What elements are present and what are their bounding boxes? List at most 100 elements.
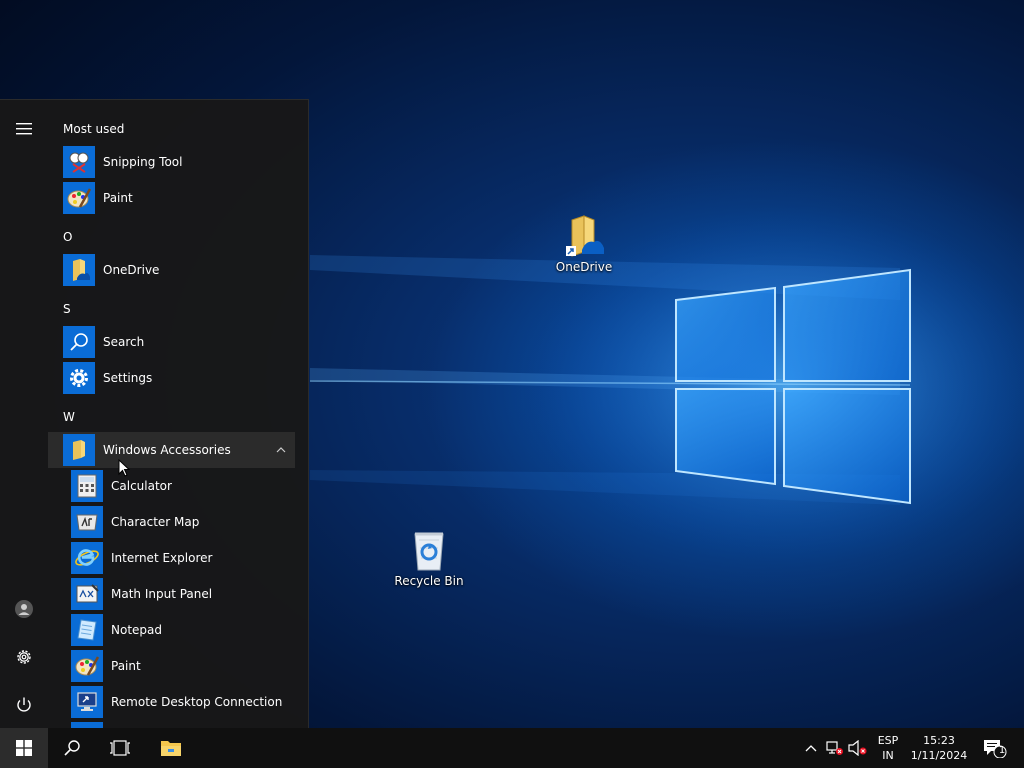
- snipping-tool-tile: [63, 146, 95, 178]
- chevron-up-icon: [805, 745, 817, 752]
- folder-icon: [73, 440, 85, 460]
- app-label: Settings: [103, 371, 153, 385]
- app-onedrive[interactable]: OneDrive: [48, 252, 295, 288]
- start-menu-rail: [0, 100, 48, 728]
- clock-date: 1/11/2024: [910, 749, 968, 762]
- group-header-w[interactable]: W: [63, 407, 75, 427]
- app-internet-explorer[interactable]: Internet Explorer: [48, 540, 295, 576]
- app-paint-accessories[interactable]: Paint: [48, 648, 295, 684]
- language-code: ESP: [877, 734, 899, 747]
- internet-explorer-tile: [71, 542, 103, 574]
- group-header-o[interactable]: O: [63, 227, 72, 247]
- app-notepad[interactable]: Notepad: [48, 612, 295, 648]
- clock[interactable]: 15:23 1/11/2024: [906, 733, 972, 763]
- internet-explorer-icon: [75, 549, 99, 566]
- action-center-button[interactable]: 1: [982, 738, 1008, 758]
- keyboard-layout-code: IN: [882, 749, 894, 762]
- paint-tile: [71, 650, 103, 682]
- folder-windows-accessories[interactable]: Windows Accessories: [48, 432, 295, 468]
- volume-button[interactable]: [848, 738, 868, 758]
- input-language-indicator[interactable]: ESP IN: [874, 733, 902, 763]
- network-status-button[interactable]: [825, 738, 845, 758]
- app-label: Math Input Panel: [111, 587, 213, 601]
- user-account-button[interactable]: [0, 585, 48, 633]
- app-list[interactable]: Most used Snipping Tool Paint O OneDrive…: [48, 100, 308, 728]
- app-label: Calculator: [111, 479, 172, 493]
- chevron-up-icon: [276, 447, 286, 453]
- start-menu: Most used Snipping Tool Paint O OneDrive…: [0, 99, 309, 728]
- taskbar-search-button[interactable]: [48, 728, 96, 768]
- app-label: Notepad: [111, 623, 162, 637]
- onedrive-tile: [63, 254, 95, 286]
- calculator-icon: [77, 474, 97, 498]
- app-label: Internet Explorer: [111, 551, 213, 565]
- app-character-map[interactable]: Character Map: [48, 504, 295, 540]
- app-label: OneDrive: [103, 263, 160, 277]
- snipping-tool-icon: [69, 152, 89, 173]
- recycle-bin-icon: [414, 532, 444, 571]
- app-label: Snipping Tool: [103, 155, 183, 169]
- app-next-partial[interactable]: [48, 720, 295, 728]
- task-view-button[interactable]: [96, 728, 144, 768]
- taskbar: ESP IN 15:23 1/11/2024 1: [0, 728, 1024, 768]
- notification-count-badge: 1: [998, 745, 1006, 756]
- user-icon: [15, 600, 33, 618]
- math-input-panel-icon: [76, 584, 99, 603]
- app-calculator[interactable]: Calculator: [48, 468, 295, 504]
- collapse-chevron[interactable]: [273, 442, 289, 458]
- app-label: Paint: [111, 659, 141, 673]
- app-snipping-tool[interactable]: Snipping Tool: [48, 144, 295, 180]
- app-label: Search: [103, 335, 145, 349]
- desktop-icon-label: Recycle Bin: [394, 574, 464, 588]
- network-disconnected-icon: [826, 741, 843, 755]
- show-hidden-icons-button[interactable]: [801, 738, 821, 758]
- hamburger-icon: [16, 123, 32, 135]
- volume-muted-icon: [848, 740, 867, 756]
- search-tile: [63, 326, 95, 358]
- windows-logo-icon: [16, 740, 32, 756]
- settings-tile: [63, 362, 95, 394]
- paint-palette-icon: [67, 188, 92, 208]
- notepad-tile: [71, 614, 103, 646]
- expand-menu-button[interactable]: [0, 105, 48, 153]
- remote-desktop-icon: [77, 692, 97, 711]
- math-input-panel-tile: [71, 578, 103, 610]
- task-view-icon: [110, 740, 130, 756]
- clock-time: 15:23: [923, 734, 955, 747]
- group-header-s[interactable]: S: [63, 299, 71, 319]
- character-map-icon: [76, 514, 98, 531]
- paint-palette-icon: [75, 656, 100, 676]
- app-search[interactable]: Search: [48, 324, 295, 360]
- app-label: Paint: [103, 191, 133, 205]
- search-icon: [70, 333, 88, 351]
- app-math-input-panel[interactable]: Math Input Panel: [48, 576, 295, 612]
- group-header-most-used: Most used: [63, 122, 125, 136]
- character-map-tile: [71, 506, 103, 538]
- app-remote-desktop-connection[interactable]: Remote Desktop Connection: [48, 684, 295, 720]
- power-button[interactable]: [0, 681, 48, 728]
- start-button[interactable]: [0, 728, 48, 768]
- windows-accessories-tile: [63, 434, 95, 466]
- app-label: Remote Desktop Connection: [111, 695, 283, 709]
- desktop-recycle-bin[interactable]: Recycle Bin: [391, 528, 467, 588]
- calculator-tile: [71, 470, 103, 502]
- mouse-cursor: [118, 459, 130, 477]
- gear-icon: [70, 369, 88, 387]
- desktop-icon-label: OneDrive: [555, 260, 613, 274]
- paint-tile: [63, 182, 95, 214]
- file-explorer-icon: [161, 741, 181, 756]
- settings-rail-button[interactable]: [0, 633, 48, 681]
- desktop-onedrive-shortcut[interactable]: OneDrive: [546, 214, 622, 274]
- settings-icon: [17, 650, 31, 664]
- file-explorer-taskbar-button[interactable]: [146, 728, 196, 768]
- app-label: Windows Accessories: [103, 443, 231, 457]
- remote-desktop-tile: [71, 686, 103, 718]
- onedrive-shortcut-icon: [566, 215, 604, 257]
- app-settings[interactable]: Settings: [48, 360, 295, 396]
- app-paint[interactable]: Paint: [48, 180, 295, 216]
- onedrive-folder-icon: [73, 259, 90, 281]
- app-label: Character Map: [111, 515, 200, 529]
- power-icon: [17, 697, 31, 712]
- search-icon: [64, 740, 80, 756]
- notepad-icon: [77, 619, 97, 641]
